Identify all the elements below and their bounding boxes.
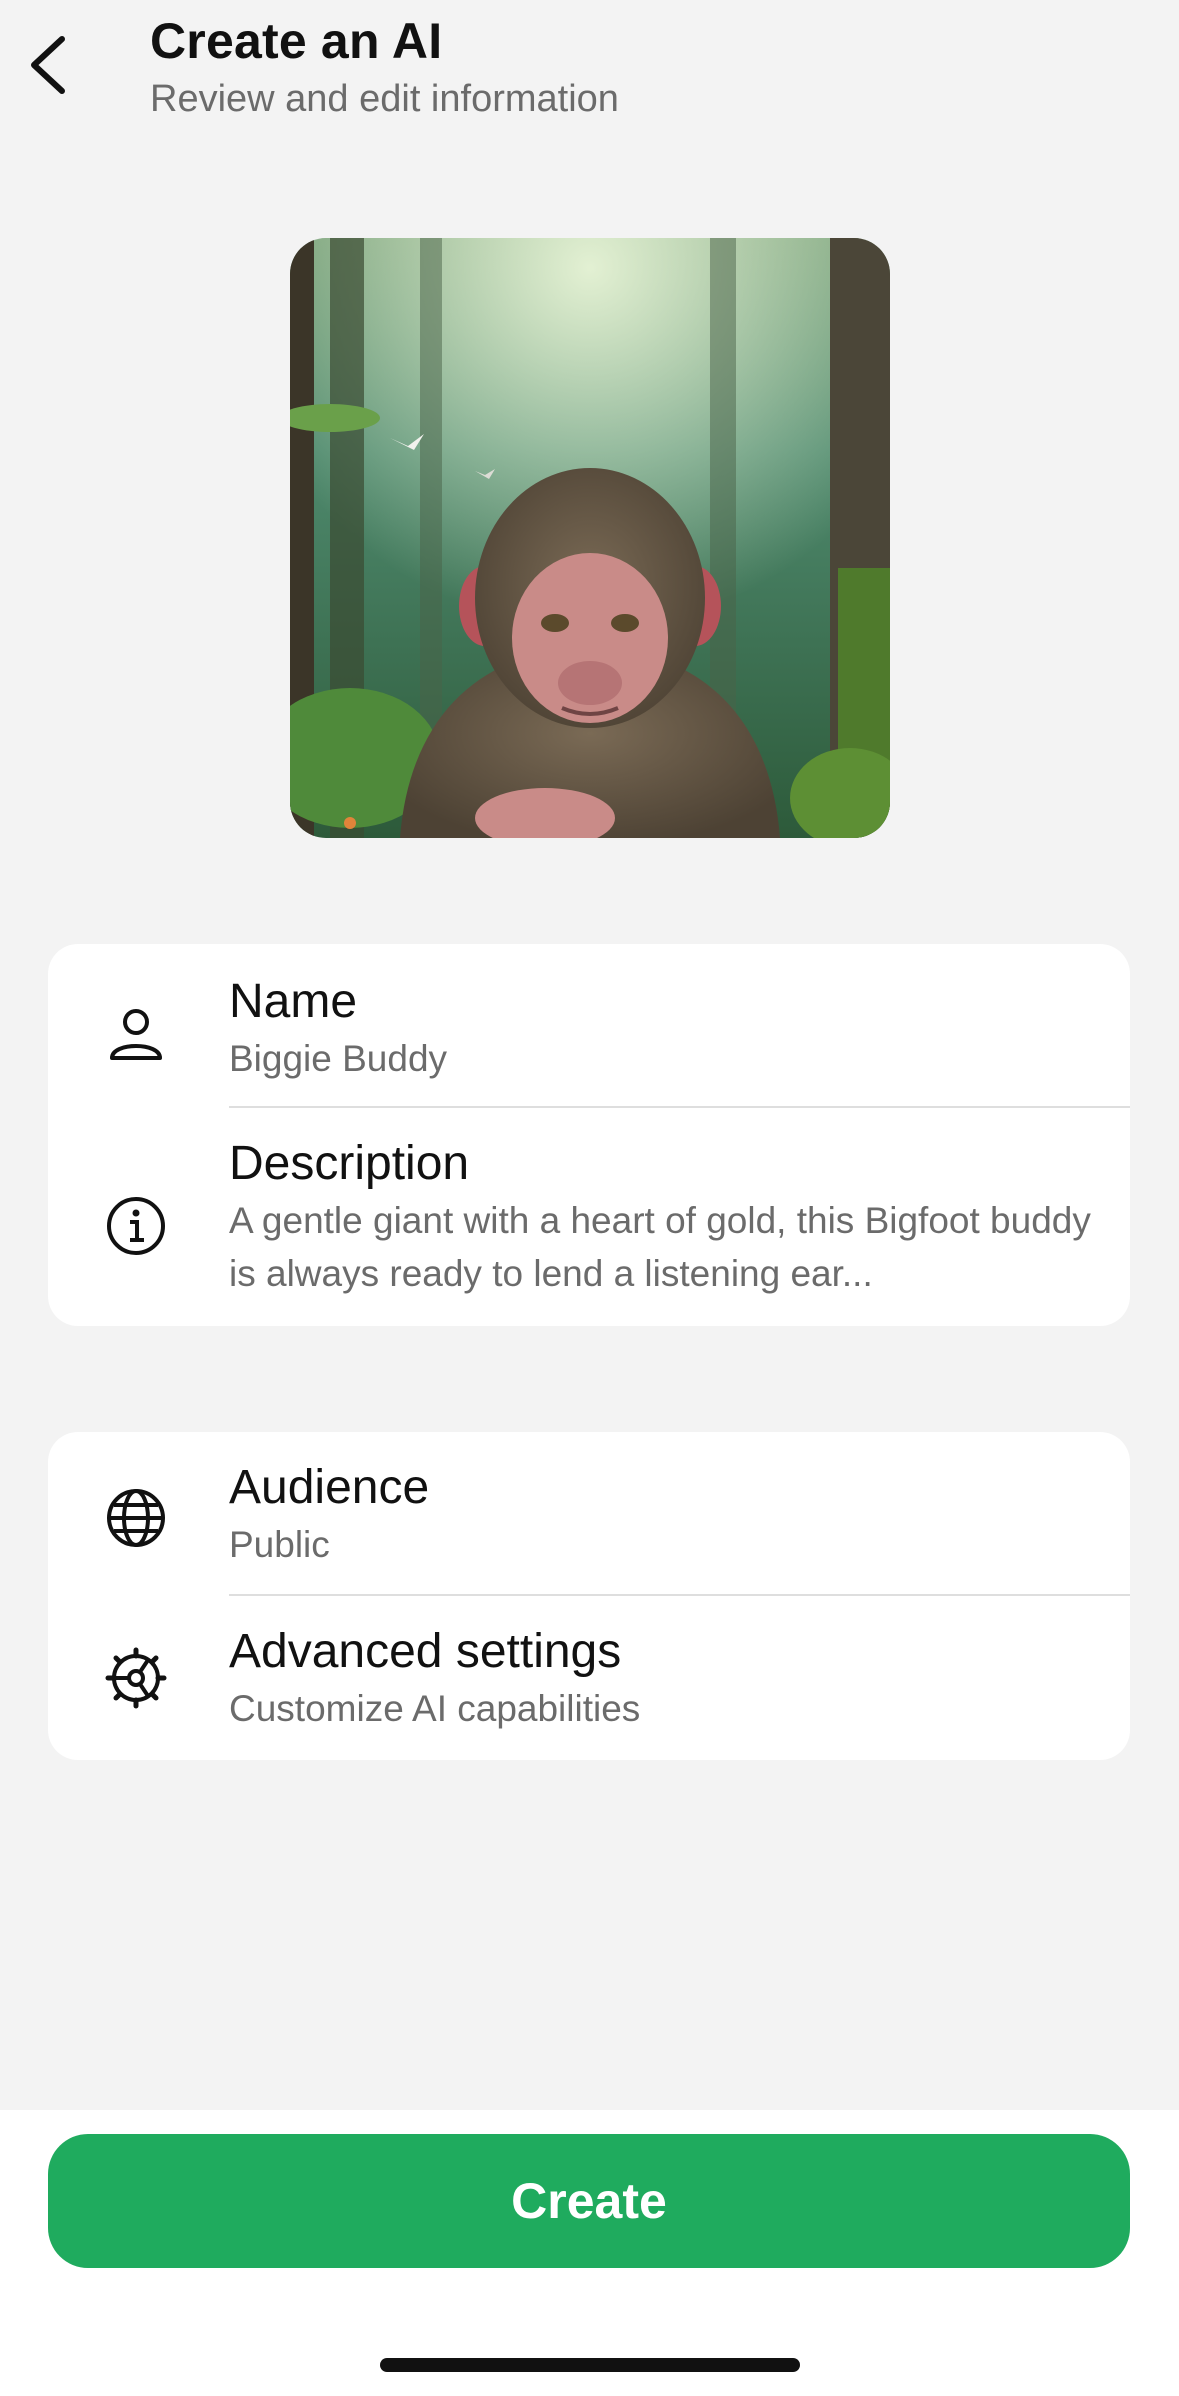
- ai-avatar-image[interactable]: [290, 238, 890, 838]
- advanced-settings-row[interactable]: Advanced settings Customize AI capabilit…: [48, 1596, 1130, 1760]
- name-value: Biggie Buddy: [229, 1038, 448, 1079]
- home-indicator: [380, 2358, 800, 2372]
- settings-card: Audience Public Advanced settings Custom…: [48, 1432, 1130, 1760]
- info-icon: [107, 1197, 165, 1255]
- description-value: A gentle giant with a heart of gold, thi…: [229, 1200, 1091, 1294]
- chevron-left-icon: [31, 36, 65, 94]
- gear-icon: [105, 1647, 167, 1709]
- globe-icon: [107, 1489, 165, 1547]
- info-card: Name Biggie Buddy Description A gentle g…: [48, 944, 1130, 1326]
- audience-value: Public: [229, 1524, 330, 1565]
- create-button[interactable]: Create: [48, 2134, 1130, 2268]
- back-button[interactable]: [18, 30, 78, 100]
- header: Create an AI Review and edit information: [0, 0, 1179, 140]
- advanced-settings-value: Customize AI capabilities: [229, 1688, 641, 1729]
- description-label: Description: [229, 1137, 470, 1190]
- description-row[interactable]: Description A gentle giant with a heart …: [48, 1108, 1130, 1326]
- page-subtitle: Review and edit information: [150, 78, 619, 120]
- name-label: Name: [229, 975, 358, 1028]
- bottom-bar: Create: [0, 2110, 1179, 2396]
- audience-label: Audience: [229, 1461, 430, 1514]
- name-row[interactable]: Name Biggie Buddy: [48, 944, 1130, 1108]
- person-icon: [110, 1009, 162, 1060]
- audience-row[interactable]: Audience Public: [48, 1432, 1130, 1596]
- page-title: Create an AI: [150, 13, 443, 69]
- advanced-settings-label: Advanced settings: [229, 1625, 622, 1678]
